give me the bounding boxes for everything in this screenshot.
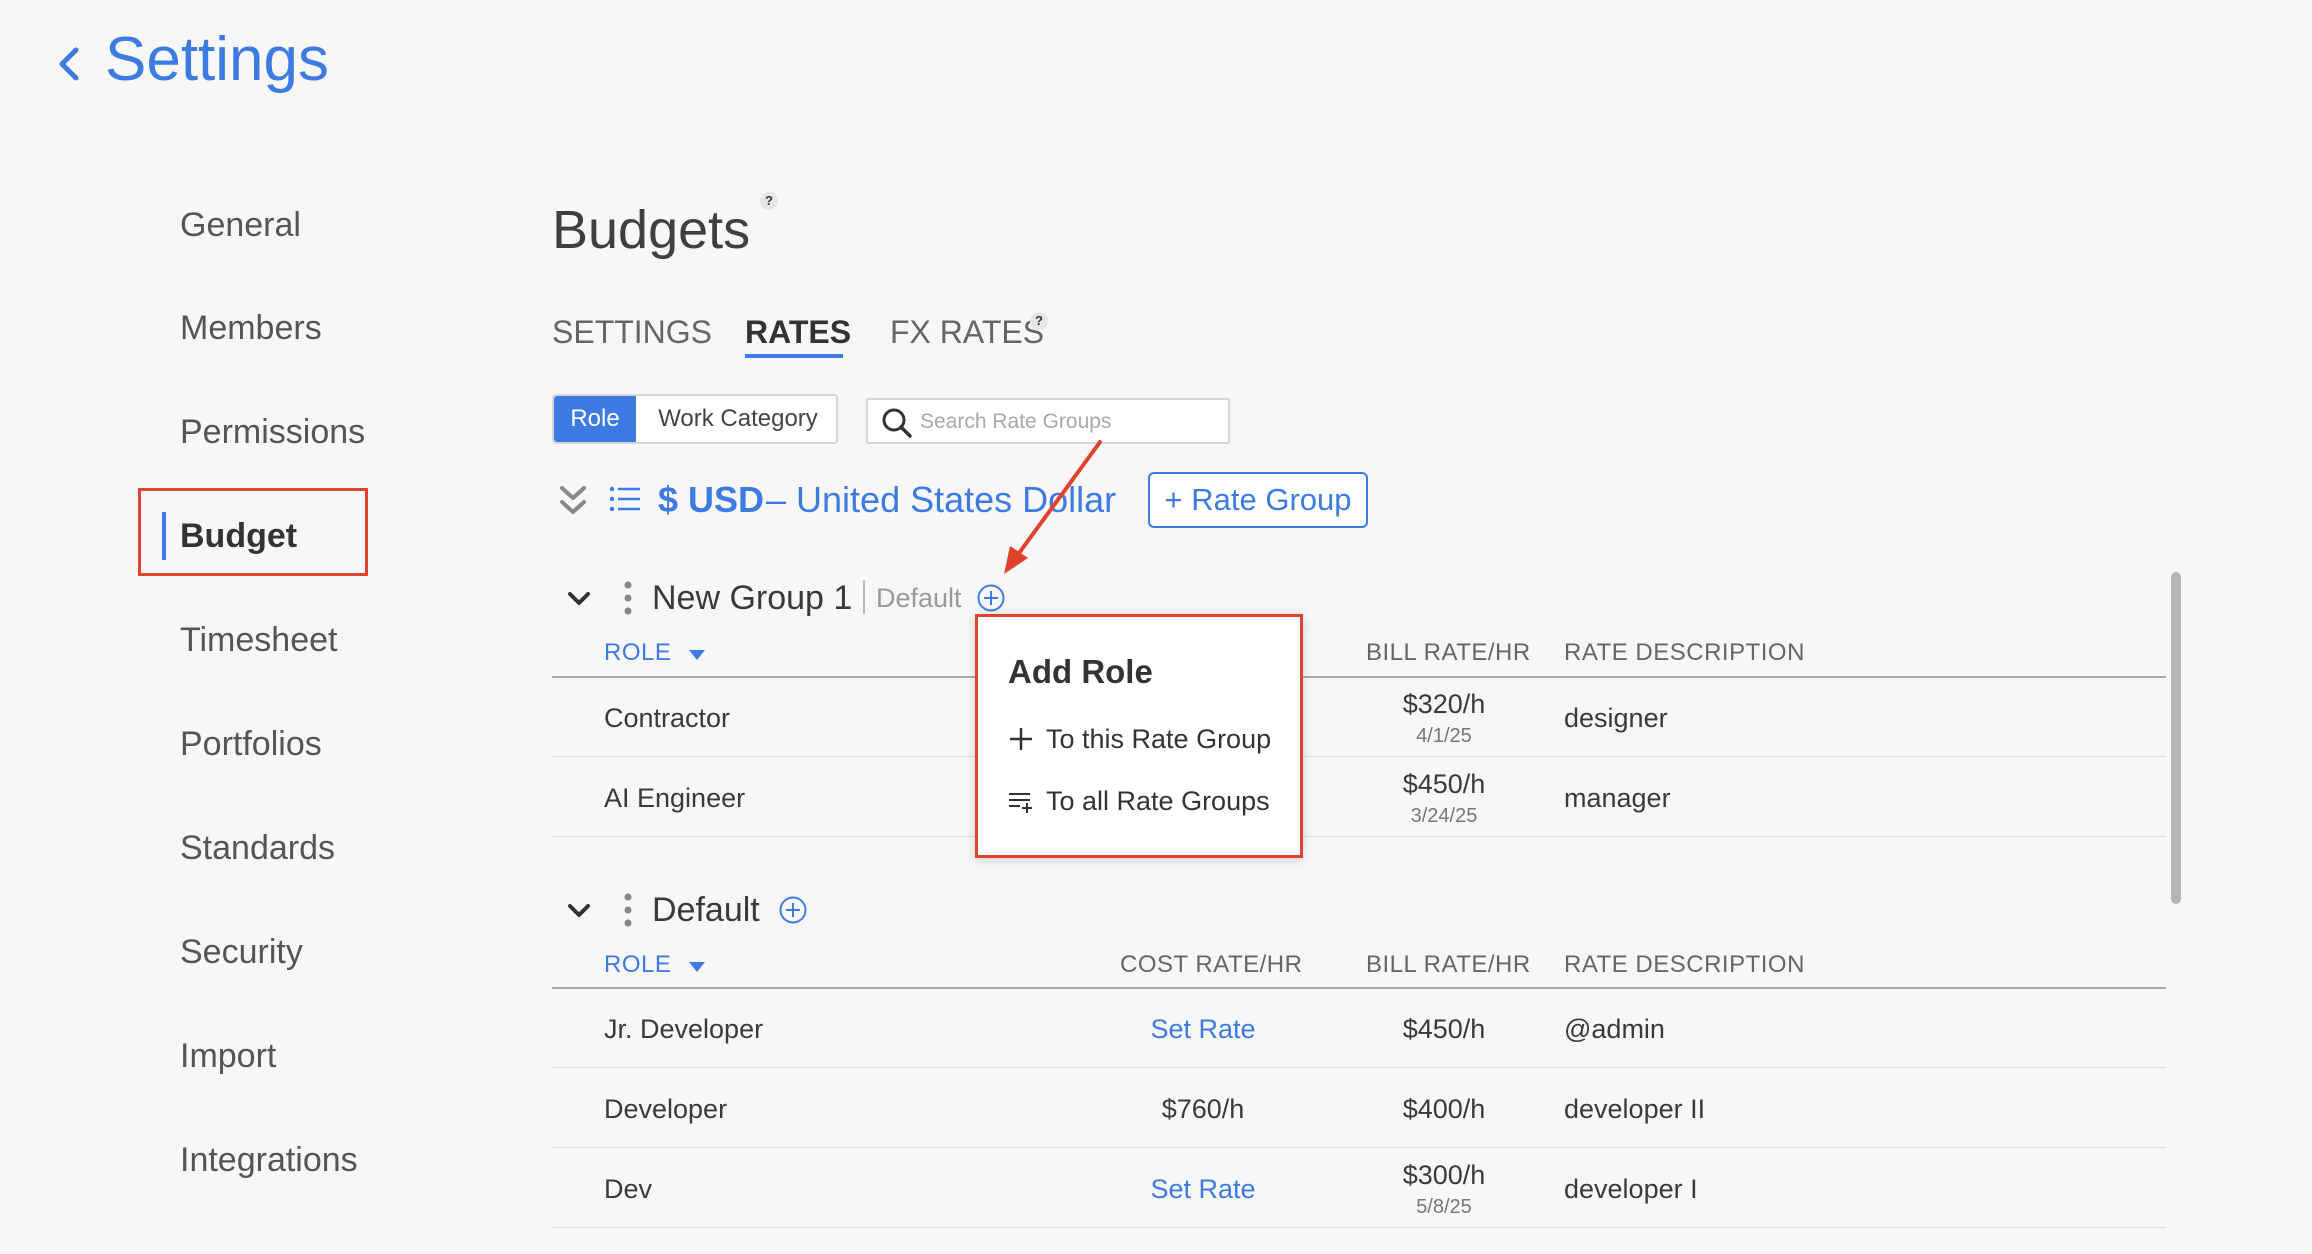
back-chevron-icon[interactable] [52,40,88,88]
row-bill-rate[interactable]: $450/h [1354,1013,1534,1045]
group-default-tag[interactable]: Default [876,580,962,616]
column-header-role[interactable]: ROLE [604,638,705,668]
row-description[interactable]: @admin [1564,1013,1665,1045]
sidebar-item-general[interactable]: General [180,205,301,245]
page-title: Budgets [552,200,751,260]
fx-rates-help-icon[interactable]: ? [1030,312,1048,330]
column-header-rate-description: RATE DESCRIPTION [1564,951,1805,978]
row-divider [552,836,2166,837]
group-collapse-chevron-icon[interactable] [566,590,592,608]
sidebar-active-indicator [162,512,166,560]
search-icon [882,408,912,438]
currency-code: $ USD [658,479,765,520]
sidebar-item-members[interactable]: Members [180,308,322,348]
column-header-role[interactable]: ROLE [604,950,705,980]
row-bill-rate[interactable]: $320/h [1354,688,1534,720]
option-label: To this Rate Group [1046,724,1272,754]
sidebar-item-security[interactable]: Security [180,932,303,972]
add-role-to-this-group-option[interactable]: To this Rate Group [1008,722,1271,756]
sidebar-item-budget[interactable]: Budget [180,516,297,556]
row-role: Contractor [604,703,731,733]
row-bill-rate[interactable]: $400/h [1354,1093,1534,1125]
scrollbar-thumb[interactable] [2171,572,2181,904]
row-bill-rate[interactable]: $300/h [1354,1159,1534,1191]
row-bill-rate[interactable]: $450/h [1354,768,1534,800]
row-role: Jr. Developer [604,1014,764,1044]
option-label: To all Rate Groups [1046,786,1270,816]
group-name: Default [652,891,760,929]
column-header-role-label: ROLE [604,951,672,978]
row-role: AI Engineer [604,783,746,813]
sidebar-item-permissions[interactable]: Permissions [180,412,365,452]
group-separator [863,580,865,614]
header-divider [552,676,2166,678]
row-bill-date: 5/8/25 [1416,1196,1472,1218]
sidebar-item-timesheet[interactable]: Timesheet [180,620,337,660]
popup-title: Add Role [1008,653,1153,690]
group-collapse-chevron-icon[interactable] [566,902,592,920]
tab-rates[interactable]: RATES [745,312,851,352]
help-icon[interactable]: ? [760,192,778,210]
column-header-bill-rate: BILL RATE/HR [1366,639,1531,666]
group-name: New Group 1 [652,579,853,617]
row-bill-date: 4/1/25 [1416,725,1472,747]
row-role: Developer [604,1094,728,1124]
sidebar-item-import[interactable]: Import [180,1036,276,1076]
add-role-to-all-groups-option[interactable]: To all Rate Groups [1008,784,1270,818]
settings-back-link[interactable]: Settings [105,24,329,96]
sidebar-item-standards[interactable]: Standards [180,828,335,868]
column-header-rate-description: RATE DESCRIPTION [1564,639,1805,666]
row-description[interactable]: designer [1564,702,1668,734]
row-divider [552,1227,2166,1228]
header-divider [552,987,2166,989]
sidebar-item-integrations[interactable]: Integrations [180,1140,358,1180]
toggle-role-button[interactable]: Role [554,396,636,442]
sort-caret-icon[interactable] [688,650,705,660]
row-description[interactable]: manager [1564,782,1671,814]
row-divider [552,1147,2166,1148]
row-divider [552,1067,2166,1068]
list-icon[interactable] [608,484,642,514]
tab-settings[interactable]: SETTINGS [552,312,712,352]
row-cost-rate[interactable]: $760/h [1113,1093,1293,1125]
search-input[interactable] [920,404,1220,440]
tab-fx-rates[interactable]: FX RATES [890,312,1044,352]
group-kebab-icon[interactable] [623,580,633,616]
row-bill-date: 3/24/25 [1410,805,1478,827]
row-divider [552,756,2166,757]
group-kebab-icon[interactable] [623,892,633,928]
row-description[interactable]: developer I [1564,1173,1698,1205]
list-add-icon [1009,792,1032,813]
sidebar-item-portfolios[interactable]: Portfolios [180,724,322,764]
row-role: Dev [604,1174,653,1204]
add-role-plus-icon[interactable] [976,583,1006,613]
add-rate-group-button[interactable]: + Rate Group [1148,472,1368,528]
tab-active-underline [745,354,843,358]
plus-icon [1010,727,1032,750]
sort-caret-icon[interactable] [688,962,705,972]
column-header-role-label: ROLE [604,639,672,666]
toggle-work-category-button[interactable]: Work Category [640,396,836,442]
column-header-cost-rate: COST RATE/HR [1120,951,1303,978]
collapse-all-icon[interactable] [556,482,590,520]
annotation-arrow-icon [1004,440,1102,574]
set-rate-link[interactable]: Set Rate [1113,1013,1293,1045]
column-header-bill-rate: BILL RATE/HR [1366,951,1531,978]
add-role-plus-icon[interactable] [778,895,808,925]
row-description[interactable]: developer II [1564,1093,1705,1125]
set-rate-link[interactable]: Set Rate [1113,1173,1293,1205]
